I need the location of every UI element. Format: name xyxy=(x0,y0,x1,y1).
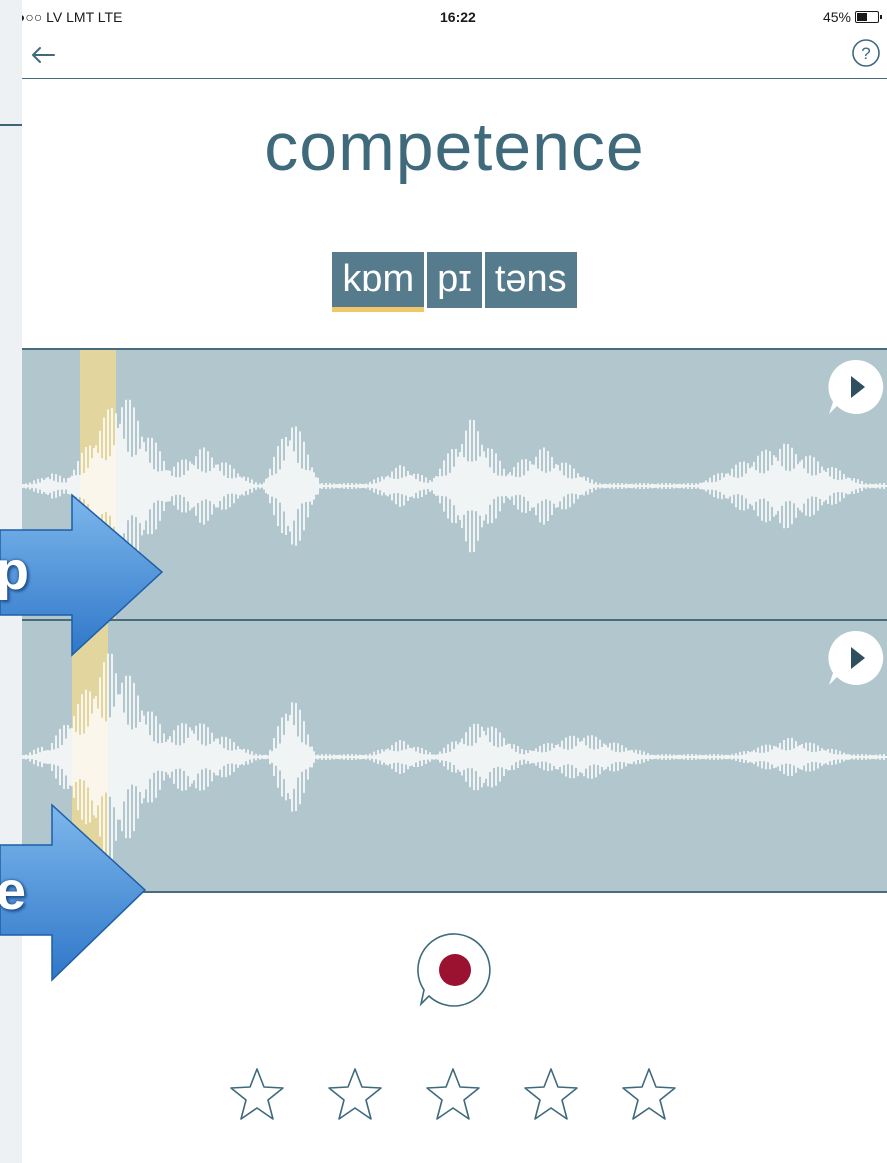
battery-icon xyxy=(855,11,882,23)
status-bar: ●●●○○ LV LMT LTE 16:22 45% xyxy=(22,0,887,34)
arrow-left-icon[interactable] xyxy=(28,40,58,70)
star-outline-icon[interactable] xyxy=(424,1066,482,1124)
record-icon[interactable] xyxy=(417,932,493,1008)
clock: 16:22 xyxy=(440,9,476,25)
svg-text:?: ? xyxy=(861,44,870,63)
left-margin-divider xyxy=(0,124,22,126)
callout-letter: e xyxy=(0,861,27,921)
target-word: competence xyxy=(264,109,645,185)
navigation-bar: ? xyxy=(22,34,887,79)
battery-percent: 45% xyxy=(822,9,851,25)
carrier-label: ●●●○○ LV LMT LTE xyxy=(22,9,123,25)
star-outline-icon[interactable] xyxy=(620,1066,678,1124)
ipa-syllable[interactable]: kɒm xyxy=(332,252,425,312)
callout-letter: p xyxy=(0,541,29,601)
recording-waveform-panel[interactable] xyxy=(22,619,887,893)
recording-waveform xyxy=(22,621,887,891)
ipa-syllable[interactable]: təns xyxy=(484,252,577,308)
star-outline-icon[interactable] xyxy=(228,1066,286,1124)
play-icon[interactable] xyxy=(827,358,885,416)
ipa-syllable[interactable]: pɪ xyxy=(427,252,482,308)
ipa-transcription: kɒm pɪ təns xyxy=(22,252,887,312)
battery-status: 45% xyxy=(822,9,882,25)
star-outline-icon[interactable] xyxy=(326,1066,384,1124)
play-icon[interactable] xyxy=(827,629,885,687)
question-circle-icon[interactable]: ? xyxy=(851,38,881,68)
star-outline-icon[interactable] xyxy=(522,1066,580,1124)
rating-stars xyxy=(228,1066,678,1124)
